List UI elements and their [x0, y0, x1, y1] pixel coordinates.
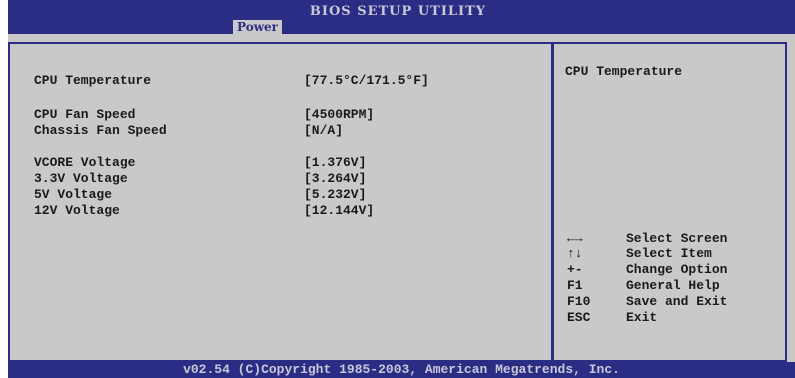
title-bar: BIOS SETUP UTILITY Power: [8, 0, 795, 34]
help-general-help: General Help: [626, 278, 720, 293]
item-5v-voltage-value: [5.232V]: [304, 187, 367, 202]
item-vcore-voltage-value: [1.376V]: [304, 155, 367, 170]
bios-screen: BIOS SETUP UTILITY Power CPU Temperature…: [0, 0, 795, 378]
app-title: BIOS SETUP UTILITY: [309, 4, 487, 19]
item-cpu-temperature-label[interactable]: CPU Temperature: [34, 73, 151, 88]
copyright-bar: v02.54 (C)Copyright 1985-2003, American …: [8, 362, 795, 378]
key-esc: ESC: [567, 310, 591, 325]
tab-power[interactable]: Power: [233, 20, 282, 34]
item-chassis-fan-speed-label[interactable]: Chassis Fan Speed: [34, 123, 167, 138]
item-cpu-temperature-value: [77.5°C/171.5°F]: [304, 73, 429, 88]
item-chassis-fan-speed-value: [N/A]: [304, 123, 344, 138]
item-5v-voltage-label[interactable]: 5V Voltage: [34, 187, 112, 202]
help-divider: [551, 44, 554, 360]
key-f10: F10: [567, 294, 591, 309]
up-down-arrows-icon: ↑↓: [567, 246, 583, 261]
content-frame: CPU Temperature [77.5°C/171.5°F] CPU Fan…: [8, 42, 787, 362]
item-cpu-fan-speed-label[interactable]: CPU Fan Speed: [34, 107, 135, 122]
help-select-item: Select Item: [626, 246, 712, 261]
item-3v3-voltage-value: [3.264V]: [304, 171, 367, 186]
item-12v-voltage-value: [12.144V]: [304, 203, 375, 218]
help-save-and-exit: Save and Exit: [626, 294, 728, 309]
item-vcore-voltage-label[interactable]: VCORE Voltage: [34, 155, 135, 170]
help-change-option: Change Option: [626, 262, 728, 277]
help-select-screen: Select Screen: [626, 231, 728, 246]
item-3v3-voltage-label[interactable]: 3.3V Voltage: [34, 171, 128, 186]
help-title: CPU Temperature: [565, 64, 683, 79]
item-12v-voltage-label[interactable]: 12V Voltage: [34, 203, 120, 218]
left-right-arrows-icon: ←→: [567, 231, 583, 246]
item-cpu-fan-speed-value: [4500RPM]: [304, 107, 375, 122]
key-f1: F1: [567, 278, 583, 293]
help-exit: Exit: [626, 310, 658, 325]
key-plus-minus: +-: [567, 262, 583, 277]
